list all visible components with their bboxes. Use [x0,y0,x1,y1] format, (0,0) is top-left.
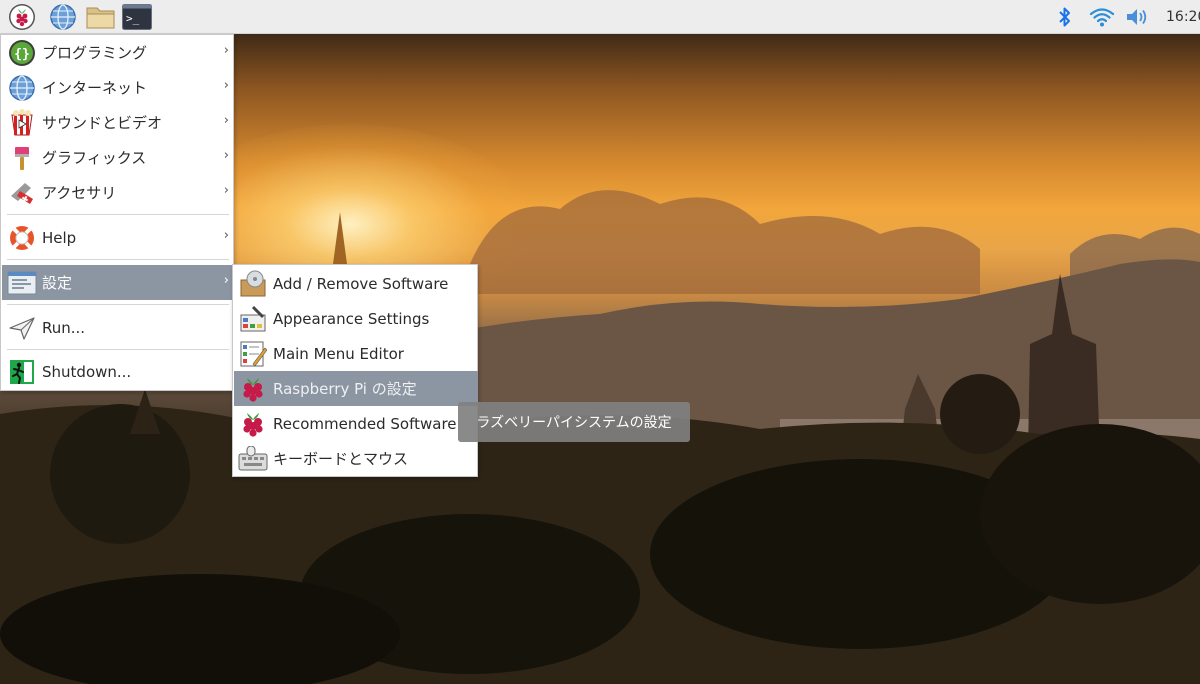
submenu-arrow-icon: › [223,228,229,243]
submenu-item-add-remove-software[interactable]: Add / Remove Software [234,266,478,301]
run-icon [7,313,37,343]
menu-separator [7,304,229,305]
submenu-arrow-icon: › [223,148,229,163]
volume-icon [1127,9,1147,25]
bluetooth-tray-button[interactable] [1054,3,1076,31]
top-panel: >_ 16:20 [0,0,1200,34]
file-manager-icon [86,7,115,29]
menu-item-preferences[interactable]: 設定 › [2,265,233,300]
submenu-item-main-menu-editor[interactable]: Main Menu Editor [234,336,478,371]
menu-item-sound-video[interactable]: サウンドとビデオ › [2,105,233,140]
menu-item-label: Shutdown... [42,362,132,381]
menu-item-label: Help [42,228,77,247]
menu-item-shutdown[interactable]: Shutdown... [2,354,233,389]
main-menu-editor-icon [238,339,268,369]
submenu-arrow-icon: › [223,113,229,128]
web-browser-launcher[interactable] [48,2,78,32]
internet-icon [7,73,37,103]
menu-item-help[interactable]: Help › [2,220,233,255]
wifi-icon [1089,8,1115,27]
raspberry-pi-config-icon [238,374,268,404]
tooltip: ラズベリーパイシステムの設定 [458,402,690,442]
submenu-item-label: Raspberry Pi の設定 [273,380,417,398]
wifi-tray-button[interactable] [1088,3,1116,31]
menu-item-programming[interactable]: {} プログラミング › [2,35,233,70]
svg-text:{}: {} [14,47,30,62]
submenu-item-appearance-settings[interactable]: Appearance Settings [234,301,478,336]
submenu-item-keyboard-mouse[interactable]: キーボードとマウス [234,441,478,476]
submenu-item-recommended-software[interactable]: Recommended Software [234,406,478,441]
submenu-item-label: キーボードとマウス [273,450,409,468]
menu-separator [7,259,229,260]
raspberry-menu-button[interactable] [7,2,37,32]
submenu-item-label: Recommended Software [273,414,457,433]
file-manager-launcher[interactable] [86,2,116,32]
menu-item-accessories[interactable]: アクセサリ › [2,175,233,210]
web-browser-icon [50,4,76,30]
menu-item-label: プログラミング [42,44,148,62]
programming-icon: {} [7,38,37,68]
accessories-icon [7,178,37,208]
menu-item-graphics[interactable]: グラフィックス › [2,140,233,175]
panel-clock[interactable]: 16:20 [1166,0,1200,34]
menu-item-label: サウンドとビデオ [42,114,163,132]
menu-item-label: 設定 [42,274,73,292]
menu-item-label: Run... [42,318,86,337]
submenu-arrow-icon: › [223,78,229,93]
keyboard-mouse-icon [238,444,268,474]
menu-separator [7,214,229,215]
raspberry-menu-icon [9,4,35,30]
sound-video-icon [7,108,37,138]
submenu-arrow-icon: › [223,273,229,288]
submenu-item-label: Appearance Settings [273,309,430,328]
menu-item-label: アクセサリ [42,184,117,202]
recommended-software-icon [238,409,268,439]
shutdown-icon [7,357,37,387]
menu-item-run[interactable]: Run... [2,310,233,345]
submenu-item-raspberry-pi-config[interactable]: Raspberry Pi の設定 [234,371,478,406]
add-remove-software-icon [238,269,268,299]
terminal-icon: >_ [122,4,152,30]
appearance-settings-icon [238,304,268,334]
terminal-launcher[interactable]: >_ [122,2,152,32]
main-menu: {} プログラミング › インターネット › サウンドとビデオ › グラフィック… [0,34,234,391]
submenu-arrow-icon: › [223,43,229,58]
help-icon [7,223,37,253]
menu-item-label: インターネット [42,79,148,97]
submenu-arrow-icon: › [223,183,229,198]
volume-tray-button[interactable] [1124,3,1150,31]
preferences-icon [7,268,37,298]
bluetooth-icon [1059,7,1070,27]
menu-separator [7,349,229,350]
menu-item-internet[interactable]: インターネット › [2,70,233,105]
svg-text:>_: >_ [126,12,140,25]
graphics-icon [7,143,37,173]
preferences-submenu: Add / Remove Software Appearance Setting… [232,264,478,477]
submenu-item-label: Main Menu Editor [273,344,404,363]
menu-item-label: グラフィックス [42,149,147,167]
submenu-item-label: Add / Remove Software [273,274,449,293]
